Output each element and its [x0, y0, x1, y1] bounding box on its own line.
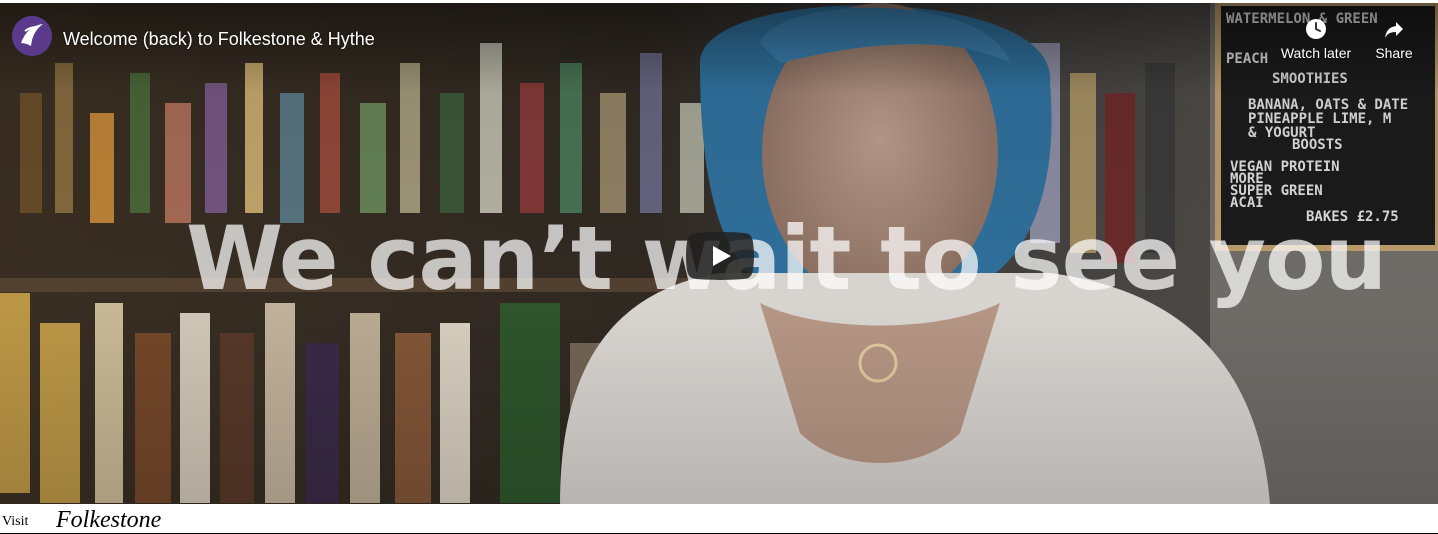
- player-top-bar: Welcome (back) to Folkestone & Hythe Wat…: [0, 3, 1438, 73]
- play-button[interactable]: [686, 232, 754, 280]
- clock-icon: [1306, 19, 1326, 39]
- video-overlay-text: We can’t wait to see you: [186, 207, 1387, 310]
- caption-place: Folkestone: [56, 507, 162, 533]
- channel-logo-icon[interactable]: [12, 16, 52, 56]
- video-title[interactable]: Welcome (back) to Folkestone & Hythe: [63, 29, 375, 50]
- video-player[interactable]: WATERMELON & GREEN PEACH SMOOTHIES BANAN…: [0, 3, 1438, 504]
- share-button[interactable]: Share: [1362, 17, 1426, 61]
- caption-bar: Visit Folkestone: [0, 506, 1438, 534]
- watch-later-label: Watch later: [1280, 45, 1352, 61]
- share-arrow-icon: [1385, 22, 1403, 38]
- watch-later-button[interactable]: Watch later: [1276, 17, 1356, 61]
- share-label: Share: [1375, 45, 1413, 61]
- caption-visit: Visit: [2, 514, 29, 529]
